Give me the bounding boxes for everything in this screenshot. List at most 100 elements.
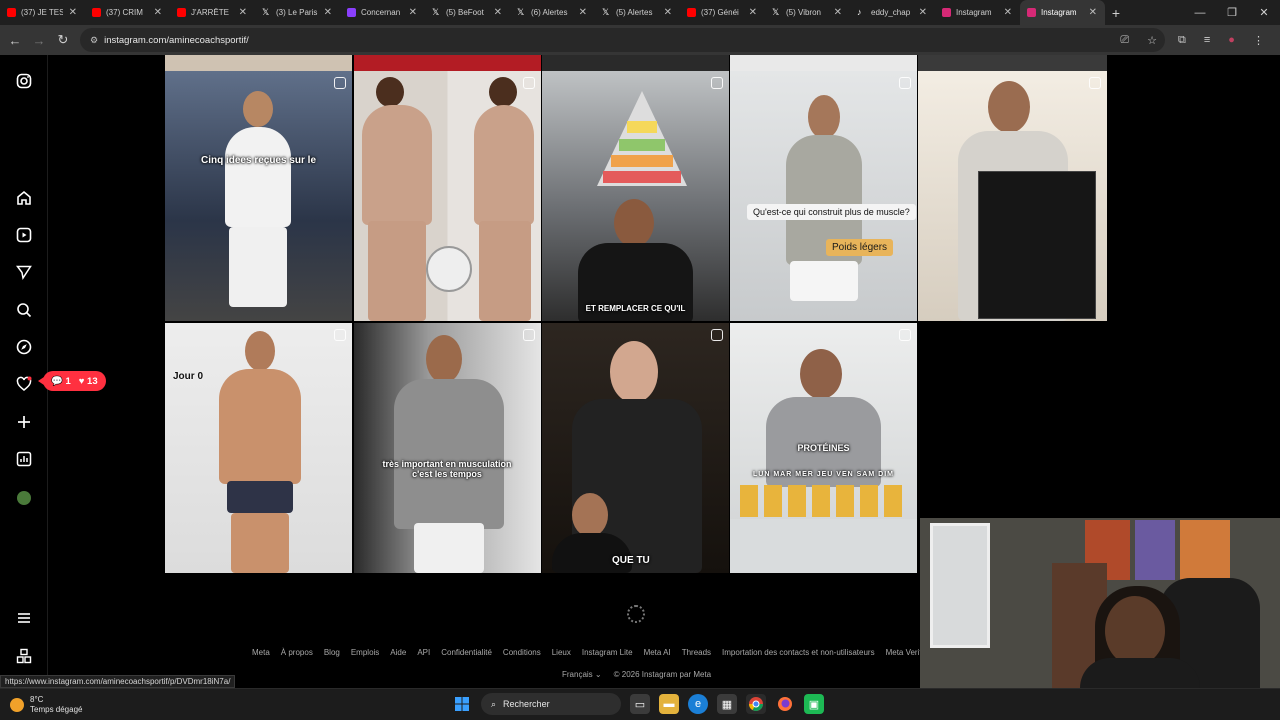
browser-tab[interactable]: (37) CRIM ✕ [85, 0, 170, 25]
search-placeholder: Rechercher [503, 699, 550, 709]
messages-icon[interactable] [14, 262, 34, 282]
threads-icon[interactable] [14, 646, 34, 666]
reels-icon[interactable] [14, 225, 34, 245]
maximize-icon[interactable]: ❐ [1216, 0, 1248, 25]
notification-bubble[interactable]: 💬 1 ♥ 13 [38, 371, 106, 391]
footer-link[interactable]: Threads [682, 648, 711, 660]
task-view-icon[interactable]: ▭ [630, 694, 650, 714]
explore-icon[interactable] [14, 337, 34, 357]
windows-start-icon[interactable] [452, 694, 472, 714]
post-tile[interactable]: Jour 0 [165, 323, 352, 573]
browser-tab[interactable]: (37) Généi ✕ [680, 0, 765, 25]
close-window-icon[interactable]: ✕ [1248, 0, 1280, 25]
edge-icon[interactable]: e [688, 694, 708, 714]
home-icon[interactable] [14, 188, 34, 208]
taskbar-search[interactable]: ⌕ Rechercher [481, 693, 621, 715]
browser-tab[interactable]: 𝕏 (5) Vibron ✕ [765, 0, 850, 25]
close-tab-icon[interactable]: ✕ [69, 7, 77, 18]
menu-icon[interactable] [14, 608, 34, 628]
footer-link[interactable]: Conditions [503, 648, 541, 660]
notifications-heart-icon[interactable] [14, 374, 34, 394]
footer-link[interactable]: Meta Verifi [886, 648, 924, 660]
post-tile[interactable] [918, 71, 1107, 321]
browser-tab[interactable]: 𝕏 (6) Alertes ✕ [510, 0, 595, 25]
footer-link[interactable]: À propos [281, 648, 313, 660]
browser-tab[interactable]: Instagram ✕ [935, 0, 1020, 25]
footer-link[interactable]: Emplois [351, 648, 379, 660]
new-tab-button[interactable]: + [1105, 5, 1127, 21]
browser-tab[interactable]: ♪ eddy_chap ✕ [850, 0, 935, 25]
post-tile[interactable] [354, 71, 541, 321]
footer-link[interactable]: API [417, 648, 430, 660]
instagram-logo-icon[interactable] [14, 71, 34, 91]
post-tile[interactable]: Qu'est-ce qui construit plus de muscle? … [730, 71, 917, 321]
browser-tab-active[interactable]: Instagram ✕ [1020, 0, 1105, 25]
close-tab-icon[interactable]: ✕ [324, 7, 332, 18]
file-explorer-icon[interactable]: ▬ [659, 694, 679, 714]
footer-link[interactable]: Blog [324, 648, 340, 660]
browser-menu-icon[interactable]: ⋮ [1253, 34, 1264, 47]
close-tab-icon[interactable]: ✕ [1089, 7, 1097, 18]
browser-tab[interactable]: 𝕏 (3) Le Paris ✕ [255, 0, 340, 25]
profile-icon[interactable]: ● [1228, 34, 1235, 47]
footer-link[interactable]: Meta AI [644, 648, 671, 660]
store-icon[interactable]: ▦ [717, 694, 737, 714]
instagram-icon [942, 8, 951, 17]
post-caption: ET REMPLACER CE QU'IL [585, 304, 686, 313]
site-info-icon[interactable]: ⚙ [90, 35, 98, 46]
extensions-icon[interactable]: ⧉ [1178, 34, 1186, 47]
windows-taskbar: 8°C Temps dégagé ⌕ Rechercher ▭ ▬ e ▦ ▣ [0, 688, 1280, 720]
profile-avatar[interactable] [17, 491, 31, 505]
extension-icons: ⧉ ≡ ● ⋮ [1178, 34, 1264, 47]
weather-widget[interactable]: 8°C Temps dégagé [10, 695, 82, 715]
like-count: ♥ 13 [78, 375, 98, 387]
footer-link[interactable]: Confidentialité [441, 648, 492, 660]
back-arrow-icon[interactable]: ← [3, 33, 27, 48]
browser-tab[interactable]: 𝕏 (5) BeFoot ✕ [425, 0, 510, 25]
post-tile[interactable]: ET REMPLACER CE QU'IL [542, 71, 729, 321]
dashboard-icon[interactable] [14, 449, 34, 469]
minimize-icon[interactable]: — [1184, 0, 1216, 25]
post-caption-secondary: Poids légers [826, 239, 894, 256]
footer-link[interactable]: Meta [252, 648, 270, 660]
close-tab-icon[interactable]: ✕ [579, 7, 587, 18]
browser-tab[interactable]: J'ARRÊTE ✕ [170, 0, 255, 25]
install-app-icon[interactable]: ⎚ [1120, 34, 1129, 47]
language-selector[interactable]: Français ⌄ [562, 670, 602, 679]
close-tab-icon[interactable]: ✕ [664, 7, 672, 18]
instagram-sidebar [0, 55, 48, 688]
youtube-icon [7, 8, 16, 17]
browser-tab[interactable]: Concernan ✕ [340, 0, 425, 25]
close-tab-icon[interactable]: ✕ [749, 7, 757, 18]
footer-links: Meta À propos Blog Emplois Aide API Conf… [252, 648, 923, 660]
close-tab-icon[interactable]: ✕ [154, 7, 162, 18]
close-tab-icon[interactable]: ✕ [239, 7, 247, 18]
firefox-icon[interactable] [775, 694, 795, 714]
app-icon[interactable]: ▣ [804, 694, 824, 714]
post-tile[interactable]: PROTÉINES LUN MAR MER JEU VEN SAM DIM [730, 323, 917, 573]
browser-tab[interactable]: (37) JE TES ✕ [0, 0, 85, 25]
close-tab-icon[interactable]: ✕ [409, 7, 417, 18]
search-icon[interactable] [14, 300, 34, 320]
x-logo-icon: 𝕏 [432, 7, 440, 17]
media-controls-icon[interactable]: ≡ [1204, 34, 1210, 47]
create-icon[interactable] [14, 412, 34, 432]
forward-arrow-icon[interactable]: → [27, 33, 51, 48]
footer-link[interactable]: Instagram Lite [582, 648, 633, 660]
post-tile[interactable]: QUE TU [542, 323, 729, 573]
footer-link[interactable]: Aide [390, 648, 406, 660]
footer-link[interactable]: Importation des contacts et non-utilisat… [722, 648, 875, 660]
address-bar[interactable]: ⚙ instagram.com/aminecoachsportif/ ⎚ ☆ [80, 28, 1165, 52]
post-tile[interactable]: très important en musculation c'est les … [354, 323, 541, 573]
reload-icon[interactable]: ↻ [51, 32, 75, 48]
close-tab-icon[interactable]: ✕ [1004, 7, 1012, 18]
browser-tab[interactable]: 𝕏 (5) Alertes ✕ [595, 0, 680, 25]
close-tab-icon[interactable]: ✕ [919, 7, 927, 18]
x-logo-icon: 𝕏 [602, 7, 610, 17]
close-tab-icon[interactable]: ✕ [494, 7, 502, 18]
bookmark-star-icon[interactable]: ☆ [1147, 34, 1157, 47]
chrome-icon[interactable] [746, 694, 766, 714]
footer-link[interactable]: Lieux [552, 648, 571, 660]
post-tile[interactable]: Cinq idees reçues sur le [165, 71, 352, 321]
close-tab-icon[interactable]: ✕ [834, 7, 842, 18]
